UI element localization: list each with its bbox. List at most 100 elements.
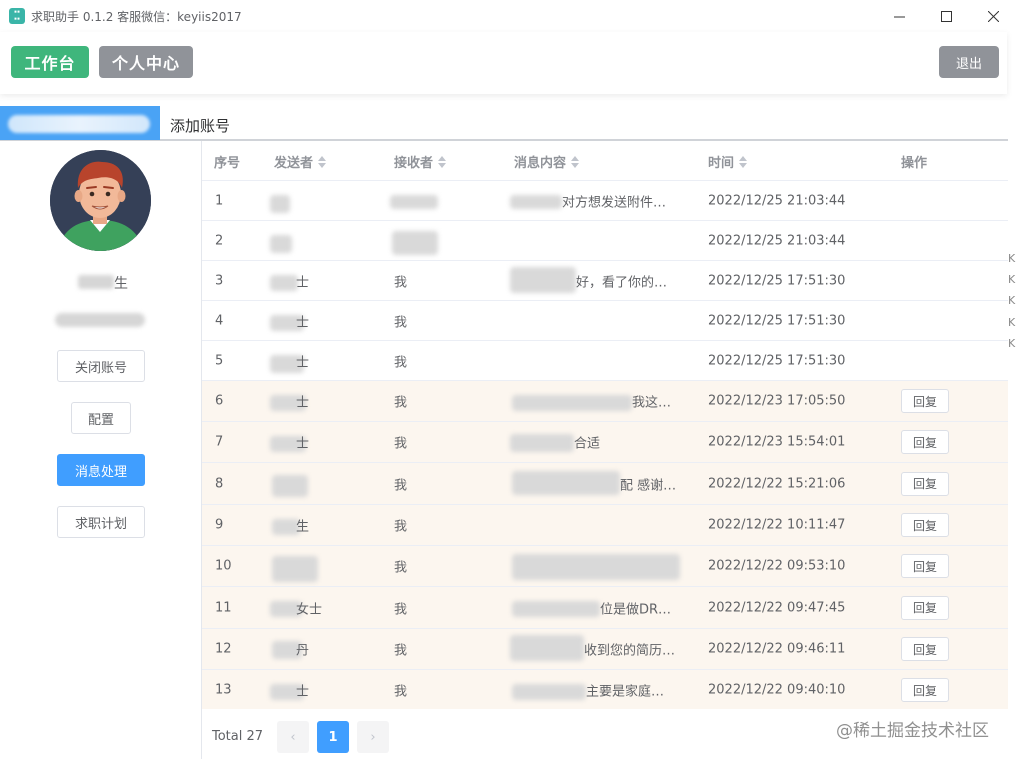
- chevron-left-icon[interactable]: ‹: [277, 721, 309, 753]
- column-action: 操作: [901, 156, 928, 171]
- row-message: 对方想发送附件…: [562, 195, 667, 210]
- add-account-tab[interactable]: 添加账号: [170, 115, 230, 136]
- pagination-page-1[interactable]: 1: [317, 721, 349, 753]
- row-sender: 丹: [296, 643, 310, 659]
- close-account-button[interactable]: 关闭账号: [57, 350, 145, 382]
- row-message: 配 感谢…: [620, 478, 677, 493]
- row-receiver: 我: [394, 436, 408, 452]
- sender-blurred: [270, 275, 298, 291]
- row-sender: 生: [296, 519, 310, 535]
- row-sender: 士: [296, 315, 310, 330]
- message-blurred: [512, 471, 620, 495]
- row-time: 2022/12/22 10:11:47: [708, 517, 846, 533]
- sidebar: 生 关闭账号 配置 消息处理 求职计划: [0, 141, 202, 759]
- row-time: 2022/12/25 17:51:30: [708, 273, 846, 288]
- table-row: 2 2022/12/25 21:03:44: [202, 221, 1008, 261]
- message-blurred: [512, 395, 632, 411]
- message-blurred: [512, 554, 680, 580]
- reply-button[interactable]: 回复: [901, 678, 949, 702]
- table-row: 5 士 我 2022/12/25 17:51:30: [202, 341, 1008, 381]
- minimize-icon[interactable]: [876, 0, 923, 32]
- user-name-blurred: [78, 275, 114, 289]
- reply-button[interactable]: 回复: [901, 637, 949, 661]
- job-plan-button[interactable]: 求职计划: [57, 506, 145, 538]
- row-time: 2022/12/23 17:05:50: [708, 393, 846, 409]
- logout-button[interactable]: 退出: [939, 46, 999, 78]
- column-sender[interactable]: 发送者: [274, 152, 327, 171]
- reply-button[interactable]: 回复: [901, 430, 949, 454]
- row-receiver: 我: [394, 478, 408, 493]
- row-index: 11: [215, 600, 232, 615]
- table-row: 13 士 我 主要是家庭… 2022/12/22 09:40:10 回复: [202, 670, 1008, 709]
- user-info-blurred: [55, 313, 145, 327]
- row-message: 位是做DR…: [600, 602, 672, 617]
- config-button[interactable]: 配置: [71, 402, 131, 434]
- title-bar: ▪▪ ▪▪ 求职助手 0.1.2 客服微信：keyiis2017: [0, 0, 1017, 32]
- chevron-right-icon[interactable]: ›: [357, 721, 389, 753]
- reply-button[interactable]: 回复: [901, 595, 949, 620]
- reply-button[interactable]: 回复: [901, 471, 949, 496]
- row-index: 1: [215, 193, 224, 208]
- row-time: 2022/12/25 17:51:30: [708, 313, 846, 328]
- sort-icon[interactable]: [571, 155, 580, 168]
- table-row: 4 士 我 2022/12/25 17:51:30: [202, 301, 1008, 341]
- row-time: 2022/12/25 21:03:44: [708, 233, 846, 248]
- sort-icon[interactable]: [739, 155, 748, 168]
- row-index: 6: [215, 393, 224, 409]
- message-table: 序号 发送者 接收者 消息内容 时间 操作 1 对方想发送附件… 2022/12/2…: [202, 141, 1008, 709]
- background-window-text: K: [1008, 294, 1016, 307]
- row-message: 好，看了你的…: [576, 275, 668, 290]
- table-row: 8 我 配 感谢… 2022/12/22 15:21:06 回复: [202, 463, 1008, 505]
- row-sender: 士: [296, 684, 310, 700]
- app-logo-icon: ▪▪ ▪▪: [9, 8, 25, 24]
- message-handling-button[interactable]: 消息处理: [57, 454, 145, 486]
- row-index: 3: [215, 273, 224, 288]
- close-icon[interactable]: [970, 0, 1017, 32]
- avatar: [50, 150, 151, 251]
- row-index: 10: [215, 558, 232, 574]
- sort-icon[interactable]: [318, 155, 327, 168]
- row-receiver: 我: [394, 275, 408, 290]
- row-time: 2022/12/22 15:21:06: [708, 476, 846, 491]
- message-blurred: [510, 635, 584, 661]
- row-sender: 女士: [296, 602, 323, 617]
- row-receiver: 我: [394, 315, 408, 330]
- background-window-text: K: [1008, 252, 1016, 265]
- row-receiver: 我: [394, 519, 408, 535]
- account-tab-active[interactable]: [0, 106, 160, 140]
- row-receiver: 我: [394, 684, 408, 700]
- watermark: @稀土掘金技术社区: [836, 721, 989, 741]
- row-index: 2: [215, 233, 224, 248]
- sender-blurred: [272, 475, 308, 497]
- row-index: 7: [215, 434, 224, 450]
- message-blurred: [510, 434, 574, 452]
- background-window-text: K: [1008, 337, 1016, 350]
- column-receiver[interactable]: 接收者: [394, 152, 447, 171]
- row-receiver: 我: [394, 643, 408, 659]
- row-time: 2022/12/22 09:53:10: [708, 558, 846, 574]
- row-index: 4: [215, 313, 224, 328]
- column-time[interactable]: 时间: [708, 152, 748, 171]
- sender-blurred: [270, 195, 290, 213]
- column-content[interactable]: 消息内容: [514, 152, 580, 171]
- row-time: 2022/12/22 09:47:45: [708, 600, 846, 615]
- sender-blurred: [272, 556, 318, 582]
- row-time: 2022/12/25 21:03:44: [708, 193, 846, 208]
- account-tabs: 添加账号: [0, 106, 1008, 141]
- reply-button[interactable]: 回复: [901, 513, 949, 537]
- message-blurred: [510, 267, 576, 293]
- row-sender: 士: [296, 275, 310, 290]
- row-message: 合适: [574, 436, 601, 452]
- sort-icon[interactable]: [438, 155, 447, 168]
- profile-center-button[interactable]: 个人中心: [99, 46, 193, 78]
- reply-button[interactable]: 回复: [901, 554, 949, 578]
- background-window-text: K: [1008, 316, 1016, 329]
- receiver-blurred: [390, 195, 438, 209]
- workspace-button[interactable]: 工作台: [11, 46, 89, 78]
- row-time: 2022/12/23 15:54:01: [708, 434, 846, 450]
- reply-button[interactable]: 回复: [901, 389, 949, 413]
- maximize-icon[interactable]: [923, 0, 970, 32]
- table-row: 6 士 我 我这… 2022/12/23 17:05:50 回复: [202, 381, 1008, 422]
- row-receiver: 我: [394, 395, 408, 411]
- row-index: 12: [215, 641, 232, 657]
